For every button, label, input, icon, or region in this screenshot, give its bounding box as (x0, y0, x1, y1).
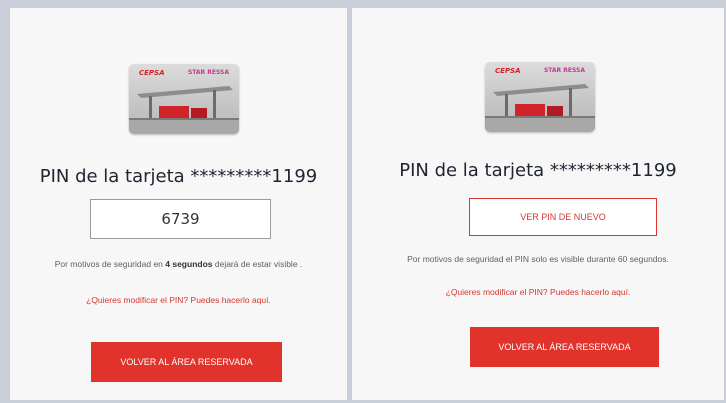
card-brand-logo: CEPSA (495, 67, 521, 75)
pin-display: 6739 (90, 199, 271, 239)
card-brand-logo: CEPSA (139, 69, 165, 77)
security-note: Por motivos de seguridad el PIN solo es … (407, 254, 669, 264)
card-program-logo: STAR RESSA (543, 67, 585, 74)
pin-panel-hidden: CEPSA STAR RESSA PIN de la tarjeta *****… (352, 8, 724, 400)
pin-title: PIN de la tarjeta *********1199 (399, 160, 677, 181)
show-pin-again-button[interactable]: VER PIN DE NUEVO (469, 198, 657, 236)
back-to-reserved-area-button[interactable]: VOLVER AL ÁREA RESERVADA (91, 342, 282, 382)
security-note: Por motivos de seguridad en 4 segundos d… (10, 259, 347, 269)
security-note-seconds: 4 segundos (165, 259, 213, 269)
pin-panel-visible: CEPSA STAR RESSA PIN de la tarjeta *****… (10, 8, 347, 400)
back-to-reserved-area-button[interactable]: VOLVER AL ÁREA RESERVADA (470, 327, 659, 367)
gas-station-illustration (485, 84, 595, 132)
modify-pin-link[interactable]: ¿Quieres modificar el PIN? Puedes hacerl… (10, 295, 347, 305)
modify-pin-link[interactable]: ¿Quieres modificar el PIN? Puedes hacerl… (352, 287, 724, 297)
security-note-text-end: dejará de estar visible . (212, 259, 303, 269)
pin-title: PIN de la tarjeta *********1199 (39, 166, 318, 187)
security-note-text: Por motivos de seguridad en (54, 259, 166, 269)
card-program-logo: STAR RESSA (187, 69, 229, 76)
card-image: CEPSA STAR RESSA (485, 62, 595, 132)
gas-station-illustration (129, 86, 239, 134)
card-image: CEPSA STAR RESSA (129, 64, 239, 134)
